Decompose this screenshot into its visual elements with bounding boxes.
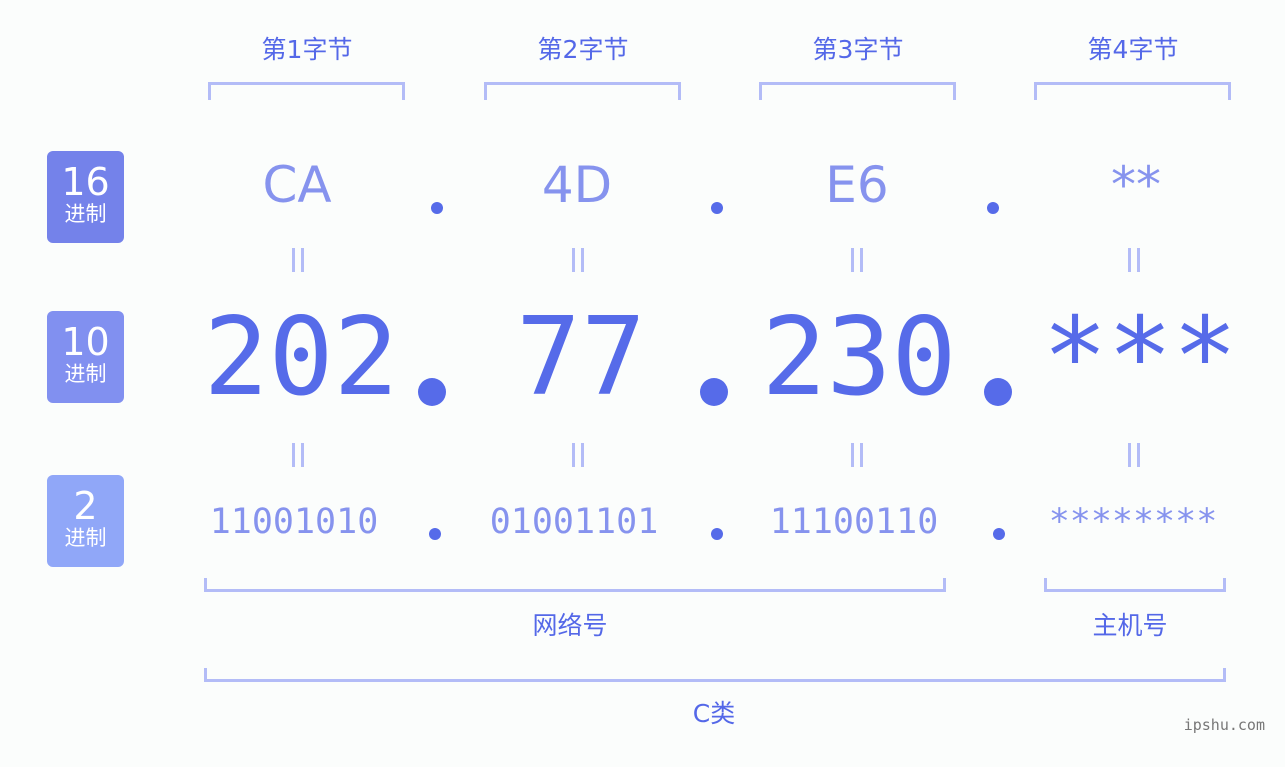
dec-separator-dot	[984, 378, 1012, 406]
hex-byte-4: **	[1111, 156, 1161, 214]
hex-separator-dot	[987, 202, 999, 214]
network-bracket	[204, 578, 946, 592]
byte-4-label: 第4字节	[1087, 35, 1179, 64]
bin-separator-dot	[711, 528, 723, 540]
hex-badge: 16 进制	[47, 151, 124, 243]
byte-4-bracket	[1034, 82, 1231, 100]
byte-3-bracket	[759, 82, 956, 100]
byte-1-bracket	[208, 82, 405, 100]
equals-sign	[1128, 443, 1140, 467]
dec-byte-4: ***	[1042, 295, 1238, 420]
hex-byte-3: E6	[825, 156, 889, 214]
class-label: C类	[692, 699, 736, 728]
byte-2-bracket	[484, 82, 681, 100]
hex-byte-2: 4D	[541, 156, 613, 214]
equals-sign	[851, 248, 863, 272]
equals-sign	[572, 248, 584, 272]
bin-byte-4: ********	[1048, 502, 1218, 542]
hex-badge-number: 16	[61, 160, 110, 204]
dec-byte-3: 230	[761, 295, 957, 420]
bin-badge-text: 进制	[64, 526, 107, 550]
dec-badge-number: 10	[61, 320, 110, 364]
hex-byte-1: CA	[262, 156, 332, 214]
equals-sign	[1128, 248, 1140, 272]
bin-badge-number: 2	[73, 484, 98, 528]
dec-badge-text: 进制	[64, 362, 107, 386]
hex-badge-text: 进制	[64, 202, 107, 226]
byte-1-label: 第1字节	[261, 35, 353, 64]
dec-separator-dot	[700, 378, 728, 406]
network-label: 网络号	[532, 611, 608, 640]
bin-byte-3: 11100110	[769, 502, 939, 542]
dec-byte-1: 202	[203, 295, 399, 420]
byte-2-label: 第2字节	[537, 35, 629, 64]
equals-sign	[851, 443, 863, 467]
bin-separator-dot	[429, 528, 441, 540]
equals-sign	[292, 248, 304, 272]
class-bracket	[204, 668, 1226, 682]
bin-byte-1: 11001010	[209, 502, 379, 542]
host-label: 主机号	[1092, 611, 1168, 640]
bin-separator-dot	[993, 528, 1005, 540]
host-bracket	[1044, 578, 1226, 592]
bin-badge: 2 进制	[47, 475, 124, 567]
dec-byte-2: 77	[515, 295, 647, 420]
watermark: ipshu.com	[1183, 716, 1265, 734]
hex-separator-dot	[431, 202, 443, 214]
dec-badge: 10 进制	[47, 311, 124, 403]
byte-3-label: 第3字节	[812, 35, 904, 64]
bin-byte-2: 01001101	[489, 502, 659, 542]
dec-separator-dot	[418, 378, 446, 406]
hex-separator-dot	[711, 202, 723, 214]
equals-sign	[572, 443, 584, 467]
equals-sign	[292, 443, 304, 467]
